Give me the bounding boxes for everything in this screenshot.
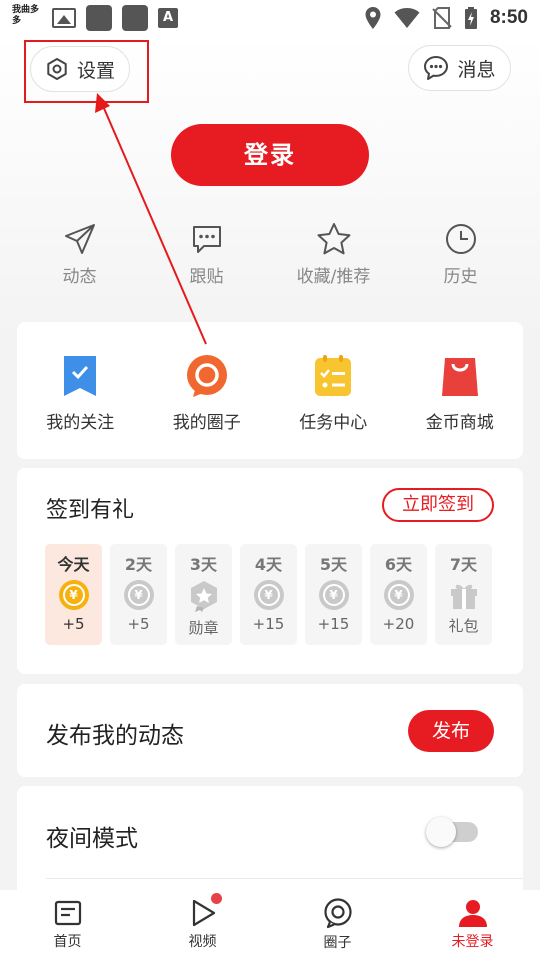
night-mode-title: 夜间模式 [46, 826, 138, 852]
circle-chat-icon [186, 355, 227, 397]
toggle-knob [426, 817, 456, 847]
notification-dot [211, 893, 222, 904]
quick-action-dynamics[interactable]: 动态 [16, 222, 143, 287]
medal-icon [190, 581, 217, 612]
day-reward: +15 [317, 615, 350, 633]
day-reward: +15 [252, 615, 285, 633]
feature-task-center[interactable]: 任务中心 [270, 354, 396, 433]
day-label: 6天 [384, 555, 413, 574]
user-icon [458, 900, 487, 927]
divider [46, 878, 523, 879]
quick-action-replies[interactable]: 跟贴 [143, 222, 270, 287]
day-label: 5天 [319, 555, 348, 574]
tab-label: 圈子 [323, 935, 352, 951]
day-reward: 勋章 [188, 619, 219, 637]
coin-icon: ¥ [253, 580, 284, 610]
tab-profile[interactable]: 未登录 [405, 899, 540, 951]
battery-charging-icon [464, 7, 477, 29]
messages-label: 消息 [457, 58, 496, 81]
checkin-card: 签到有礼 立即签到 今天 ¥ +5 2天 ¥ +5 3天 勋章 4天 ¥ +15… [17, 468, 523, 674]
tab-video[interactable]: 视频 [135, 893, 270, 951]
status-time: 8:50 [489, 7, 528, 28]
day-reward: +5 [62, 615, 85, 633]
send-icon [64, 224, 95, 254]
feature-label: 金币商城 [425, 413, 494, 433]
night-mode-toggle[interactable] [426, 817, 478, 847]
coin-icon: ¥ [383, 580, 414, 610]
quick-action-label: 收藏/推荐 [296, 267, 371, 287]
tab-label: 首页 [53, 934, 82, 950]
day-reward: +5 [127, 615, 150, 633]
task-list-icon [315, 355, 352, 396]
day-label: 7天 [449, 555, 478, 574]
gold-coin-icon: ¥ [58, 580, 89, 610]
message-bubble-icon [424, 56, 449, 80]
day-reward: 礼包 [448, 617, 479, 635]
coin-icon: ¥ [318, 580, 349, 610]
feature-my-circles[interactable]: 我的圈子 [144, 354, 270, 433]
publish-title: 发布我的动态 [46, 723, 184, 749]
tab-label: 视频 [188, 934, 217, 950]
tab-label: 未登录 [451, 934, 494, 950]
publish-card: 发布我的动态 发布 [17, 684, 523, 777]
no-sim-icon [432, 7, 452, 29]
app-square-icon [86, 5, 112, 31]
quick-action-label: 历史 [443, 267, 478, 287]
video-play-icon [192, 899, 215, 927]
day-label: 今天 [57, 555, 90, 574]
home-icon [54, 900, 81, 926]
circle-icon [323, 898, 352, 928]
checkin-day: 今天 ¥ +5 [45, 544, 102, 645]
checkin-day: 6天 ¥ +20 [370, 544, 427, 645]
app-square-icon [122, 5, 148, 31]
quick-action-favorites[interactable]: 收藏/推荐 [270, 222, 397, 287]
annotation-highlight-box [24, 40, 149, 103]
quick-action-label: 动态 [62, 267, 97, 287]
day-label: 2天 [124, 555, 153, 574]
font-a-icon: A [158, 8, 178, 28]
feature-label: 任务中心 [299, 413, 368, 433]
features-card: 我的关注 我的圈子 任务中心 金币商城 [17, 322, 523, 459]
checkin-now-button[interactable]: 立即签到 [382, 488, 494, 522]
gift-icon [450, 584, 477, 609]
checkin-days: 今天 ¥ +5 2天 ¥ +5 3天 勋章 4天 ¥ +15 5天 ¥ +15 … [45, 544, 492, 645]
checkin-day: 3天 勋章 [175, 544, 232, 645]
feature-label: 我的圈子 [172, 413, 241, 433]
status-bar: 我曲多多 A 8:50 [0, 0, 540, 36]
star-icon [317, 223, 350, 255]
day-reward: +20 [382, 615, 415, 633]
tab-home[interactable]: 首页 [0, 899, 135, 951]
feature-my-follows[interactable]: 我的关注 [17, 354, 143, 433]
shopping-bag-icon [441, 358, 478, 396]
bottom-tab-bar: 首页 视频 圈子 未登录 [0, 890, 540, 960]
day-label: 3天 [189, 555, 218, 574]
checkin-day: 2天 ¥ +5 [110, 544, 167, 645]
feature-label: 我的关注 [46, 413, 115, 433]
checkin-title: 签到有礼 [46, 498, 135, 523]
app-notification-icon: 我曲多多 [12, 5, 40, 26]
location-icon [365, 7, 381, 29]
checkin-day: 5天 ¥ +15 [305, 544, 362, 645]
publish-button[interactable]: 发布 [408, 710, 494, 752]
login-button[interactable]: 登录 [171, 124, 369, 186]
messages-button[interactable]: 消息 [408, 45, 511, 91]
quick-action-label: 跟贴 [189, 267, 224, 287]
tab-circles[interactable]: 圈子 [270, 898, 405, 952]
feature-coin-mall[interactable]: 金币商城 [397, 354, 523, 433]
quick-action-history[interactable]: 历史 [397, 222, 524, 287]
coin-icon: ¥ [123, 580, 154, 610]
checkin-day: 7天 礼包 [435, 544, 492, 645]
day-label: 4天 [254, 555, 283, 574]
wifi-icon [394, 8, 420, 28]
image-icon [52, 8, 76, 28]
bookmark-icon [64, 356, 97, 396]
comment-icon [192, 226, 221, 253]
checkin-day: 4天 ¥ +15 [240, 544, 297, 645]
quick-actions: 动态 跟贴 收藏/推荐 历史 [16, 222, 524, 287]
clock-icon [445, 224, 476, 254]
